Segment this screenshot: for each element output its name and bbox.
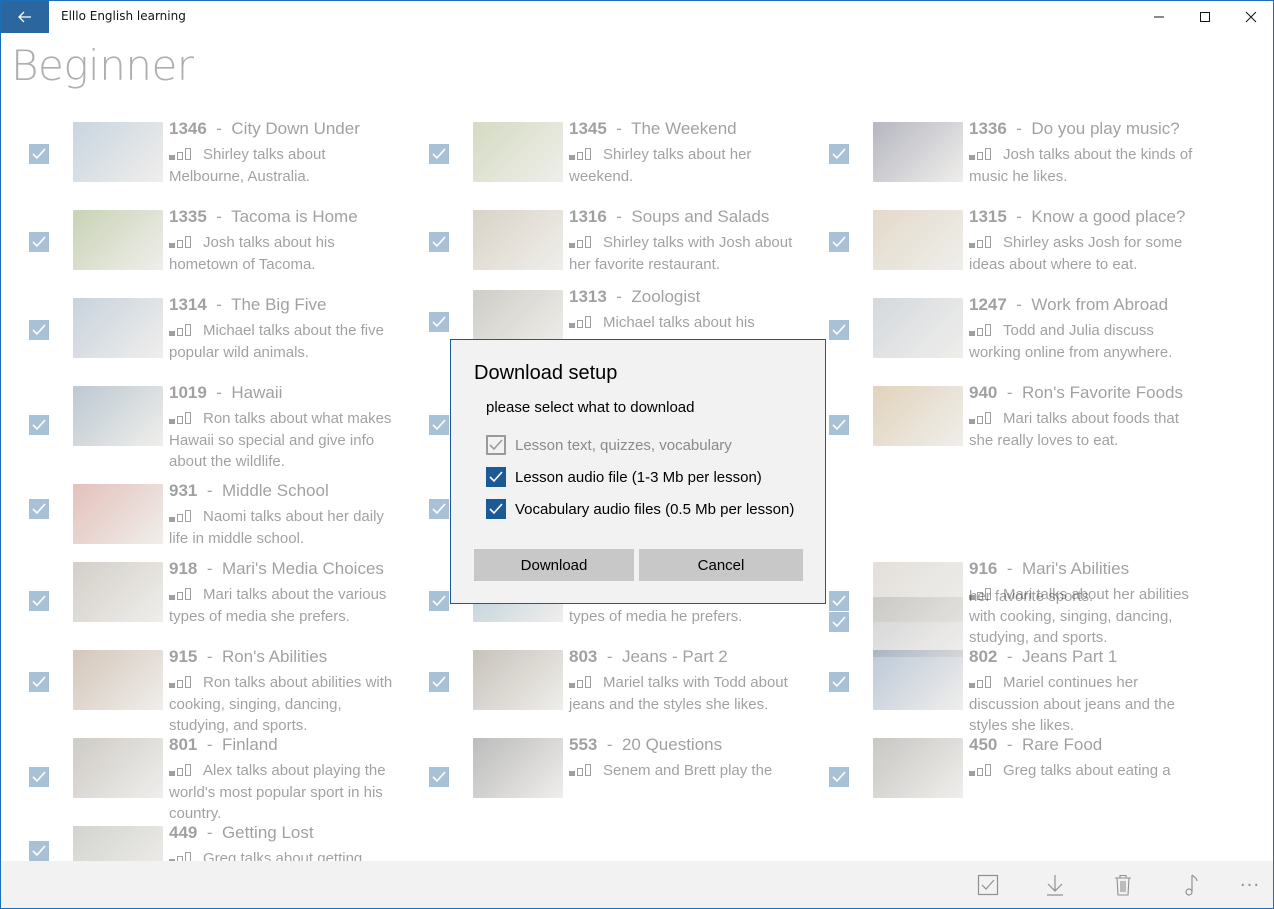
delete-command-button[interactable]	[1109, 871, 1137, 899]
select-all-button[interactable]	[974, 871, 1002, 899]
dialog-subtitle: please select what to download	[486, 399, 695, 416]
option-label: Lesson text, quizzes, vocabulary	[515, 436, 732, 454]
music-note-icon	[1185, 874, 1198, 896]
checkbox-vocabulary-audio[interactable]	[486, 499, 506, 519]
cancel-button[interactable]: Cancel	[639, 549, 803, 581]
app-window: Elllo English learning Beginner 1346 - C…	[0, 0, 1274, 909]
select-all-icon	[977, 874, 999, 896]
download-setup-dialog: Download setup please select what to dow…	[450, 339, 826, 604]
checkmark-icon	[489, 439, 503, 451]
command-bar: ···	[1, 861, 1273, 908]
download-command-button[interactable]	[1041, 871, 1069, 899]
audio-command-button[interactable]	[1177, 871, 1205, 899]
checkbox-lesson-audio[interactable]	[486, 467, 506, 487]
checkmark-icon	[489, 503, 503, 515]
option-lesson-text: Lesson text, quizzes, vocabulary	[486, 434, 732, 456]
option-label: Vocabulary audio files (0.5 Mb per lesso…	[515, 500, 795, 518]
checkmark-icon	[489, 471, 503, 483]
download-button[interactable]: Download	[474, 549, 634, 581]
option-lesson-audio[interactable]: Lesson audio file (1-3 Mb per lesson)	[486, 466, 762, 488]
checkbox-lesson-text	[486, 435, 506, 455]
option-vocabulary-audio[interactable]: Vocabulary audio files (0.5 Mb per lesso…	[486, 498, 794, 520]
option-label: Lesson audio file (1-3 Mb per lesson)	[515, 468, 762, 486]
more-button[interactable]: ···	[1236, 871, 1264, 899]
dialog-title: Download setup	[474, 362, 618, 384]
delete-icon	[1115, 874, 1131, 896]
download-icon	[1047, 875, 1063, 896]
